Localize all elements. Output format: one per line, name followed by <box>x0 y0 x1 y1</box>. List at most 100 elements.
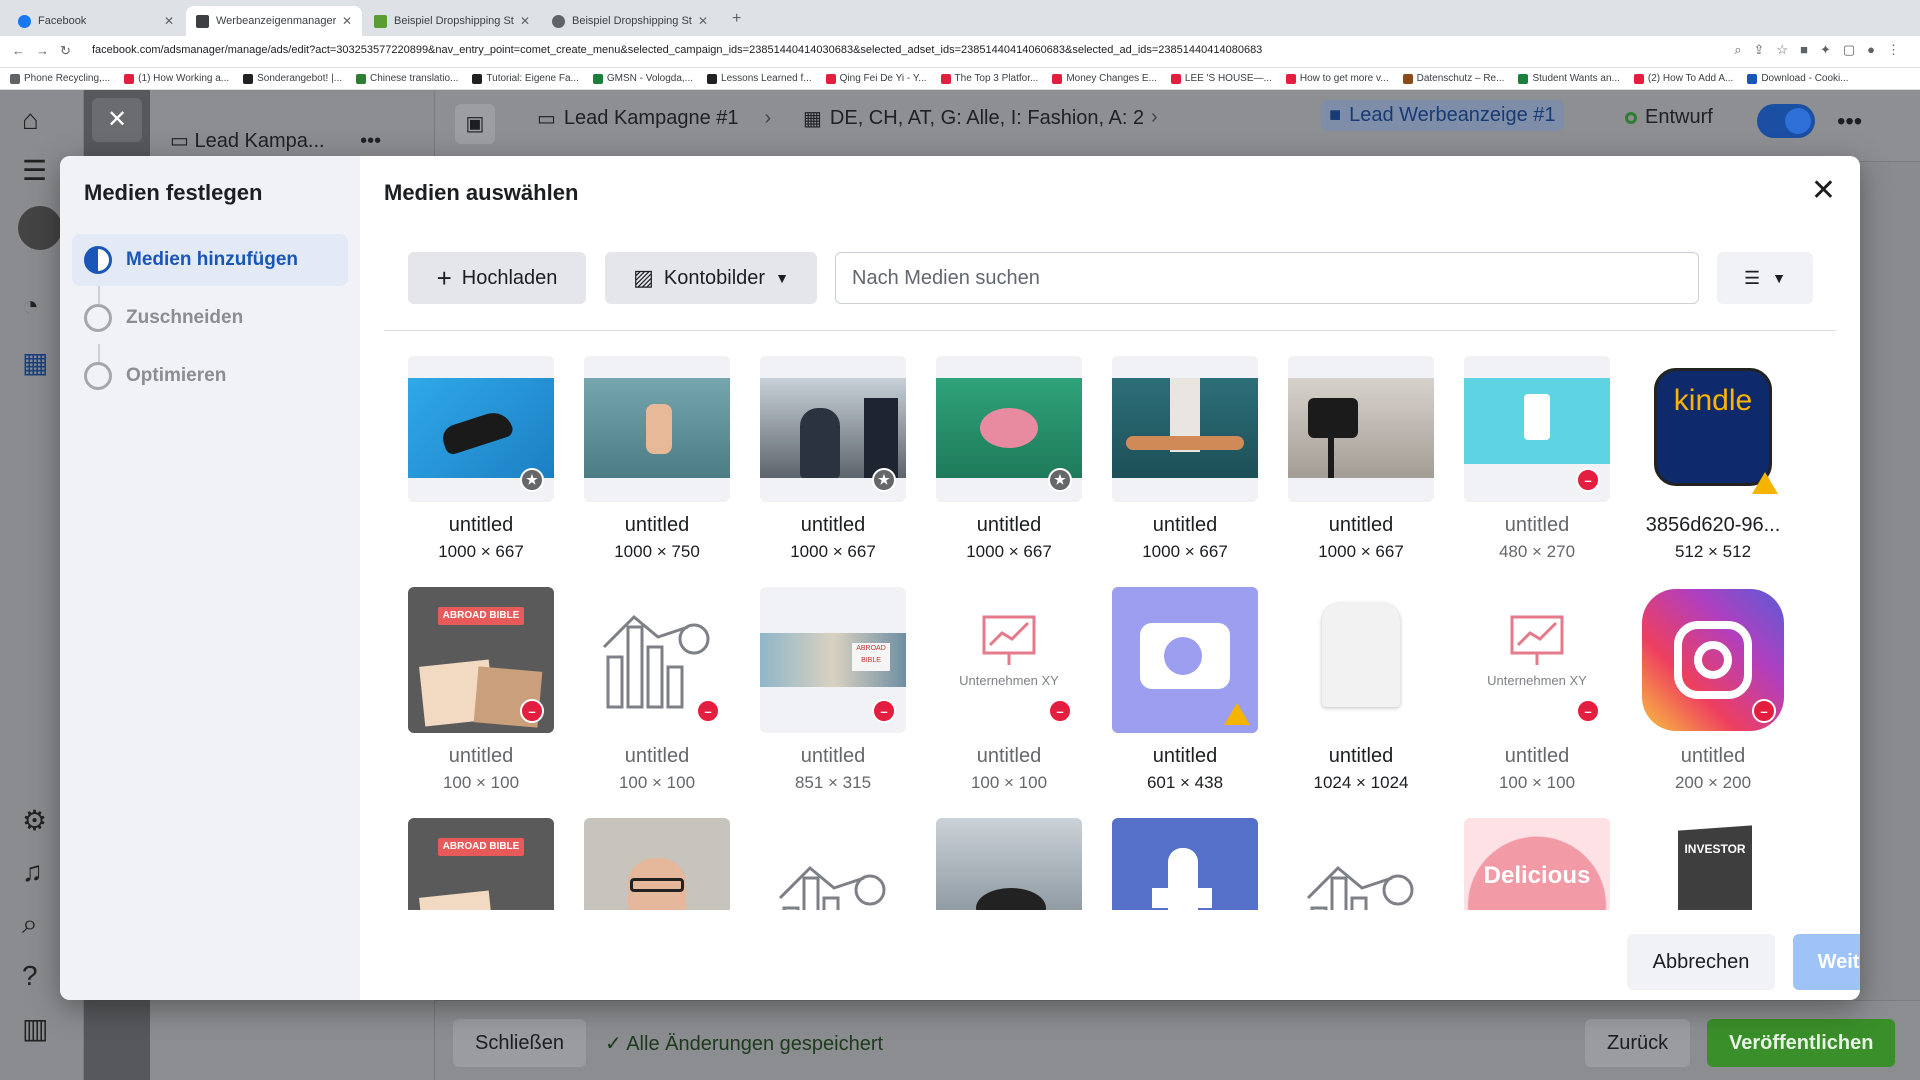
notifications-bell-icon[interactable]: ♫ <box>22 856 43 888</box>
close-tab-icon[interactable]: ✕ <box>698 14 708 28</box>
settings-gear-icon[interactable]: ⚙ <box>22 804 47 837</box>
media-card[interactable]: untitled 1000 × 750 <box>584 356 730 566</box>
step-optimize[interactable]: Optimieren <box>72 350 348 402</box>
account-images-dropdown[interactable]: ▨ Kontobilder ▼ <box>605 252 817 304</box>
close-button[interactable]: Schließen <box>453 1019 586 1067</box>
close-modal-icon[interactable]: ✕ <box>1811 176 1836 206</box>
hamburger-menu-icon[interactable]: ☰ <box>22 154 47 187</box>
back-button[interactable]: Zurück <box>1585 1019 1691 1067</box>
menu-dots-icon[interactable]: ⋮ <box>1887 42 1900 58</box>
media-image: INVESTOR <box>1640 818 1786 910</box>
browser-tab-store-2[interactable]: Beispiel Dropshipping Store ✕ <box>542 6 718 36</box>
filter-button[interactable]: ☰ ▼ <box>1717 252 1813 304</box>
bookmark-item[interactable]: Download - Cooki... <box>1747 73 1849 84</box>
breadcrumb-ad[interactable]: ■ Lead Werbeanzeige #1 <box>1321 100 1564 131</box>
media-card[interactable] <box>1288 818 1434 910</box>
bookmark-item[interactable]: Tutorial: Eigene Fa... <box>472 73 579 84</box>
bookmark-star-icon[interactable]: ☆ <box>1776 42 1788 58</box>
bookmark-item[interactable]: Phone Recycling,... <box>10 73 110 84</box>
bookmark-item[interactable]: LEE 'S HOUSE—... <box>1170 73 1272 84</box>
bookmark-item[interactable]: Sonderangebot! |... <box>243 73 342 84</box>
browser-tab-adsmanager[interactable]: Werbeanzeigenmanager - Wer ✕ <box>186 6 362 36</box>
breadcrumb-adset[interactable]: ▦ DE, CH, AT, G: Alle, I: Fashion, A: 25… <box>803 106 1143 131</box>
bookmark-item[interactable]: Lessons Learned f... <box>707 73 812 84</box>
media-card[interactable] <box>936 818 1082 910</box>
extension-icon[interactable]: ■ <box>1800 42 1808 58</box>
profile-avatar-icon[interactable]: ● <box>1867 42 1875 58</box>
bookmark-item[interactable]: Chinese translatio... <box>356 73 458 84</box>
media-card[interactable]: ABROAD BIBLE – untitled 851 × 315 <box>760 587 906 797</box>
bookmark-item[interactable]: The Top 3 Platfor... <box>940 73 1038 84</box>
media-card[interactable]: Unternehmen XY – untitled 100 × 100 <box>1464 587 1610 797</box>
media-card[interactable]: Unternehmen XY – untitled 100 × 100 <box>936 587 1082 797</box>
media-card[interactable]: INVESTOR <box>1640 818 1786 910</box>
media-card[interactable]: untitled 1000 × 667 <box>1112 356 1258 566</box>
sidebar-toggle-icon[interactable]: ▥ <box>22 1012 48 1045</box>
media-card[interactable] <box>760 818 906 910</box>
media-card[interactable] <box>584 818 730 910</box>
close-tab-icon[interactable]: ✕ <box>164 14 174 28</box>
sidepanel-icon[interactable]: ▢ <box>1843 42 1855 58</box>
new-tab-icon[interactable]: + <box>732 10 741 28</box>
bookmark-item[interactable]: Money Changes E... <box>1052 73 1157 84</box>
bookmark-item[interactable]: Qing Fei De Yi - Y... <box>825 73 927 84</box>
upload-button[interactable]: + Hochladen <box>408 252 586 304</box>
cancel-button[interactable]: Abbrechen <box>1627 934 1775 990</box>
url-text[interactable]: facebook.com/adsmanager/manage/ads/edit?… <box>92 44 1262 56</box>
media-card[interactable]: ABROAD BIBLE <box>408 818 554 910</box>
bookmark-item[interactable]: How to get more v... <box>1285 73 1389 84</box>
media-card[interactable]: ★ untitled 1000 × 667 <box>760 356 906 566</box>
close-tab-icon[interactable]: ✕ <box>520 14 530 28</box>
media-card[interactable]: – untitled 100 × 100 <box>584 587 730 797</box>
media-card[interactable]: untitled 1024 × 1024 <box>1288 587 1434 797</box>
media-picker: Medien auswählen ✕ + Hochladen ▨ Kontobi… <box>360 156 1860 1000</box>
publish-button[interactable]: Veröffentlichen <box>1707 1019 1896 1067</box>
media-card[interactable]: untitled 601 × 438 <box>1112 587 1258 797</box>
media-card[interactable]: ABROAD BIBLE – untitled 100 × 100 <box>408 587 554 797</box>
bookmark-item[interactable]: (1) How Working a... <box>124 73 229 84</box>
media-card[interactable]: Delicious <box>1464 818 1610 910</box>
media-thumbnail <box>1112 818 1258 910</box>
table-grid-icon[interactable]: ▦ <box>22 346 48 379</box>
bookmark-item[interactable]: Datenschutz – Re... <box>1402 73 1504 84</box>
back-arrow-icon[interactable]: ← <box>12 43 25 58</box>
media-name: untitled <box>1328 514 1394 536</box>
next-button[interactable]: Weiter <box>1793 934 1860 990</box>
dashboard-gauge-icon[interactable]: ◔ <box>22 290 39 322</box>
media-card[interactable]: – untitled 480 × 270 <box>1464 356 1610 566</box>
step-add-media[interactable]: Medien hinzufügen <box>72 234 348 286</box>
step-crop[interactable]: Zuschneiden <box>72 292 348 344</box>
media-card[interactable]: ★ untitled 1000 × 667 <box>936 356 1082 566</box>
search-icon[interactable]: ⌕ <box>22 908 38 941</box>
media-card[interactable]: untitled 1000 × 667 <box>1288 356 1434 566</box>
bookmark-item[interactable]: GMSN - Vologda,... <box>592 73 693 84</box>
more-options-icon[interactable]: ••• <box>1837 108 1862 136</box>
ad-active-toggle[interactable] <box>1757 104 1815 138</box>
more-options-icon[interactable]: ••• <box>360 130 381 152</box>
breadcrumb-campaign[interactable]: ▭ Lead Kampagne #1 › <box>537 106 771 131</box>
campaign-tree-item[interactable]: ▭ Lead Kampa... ••• <box>170 128 381 153</box>
home-icon[interactable]: ⌂ <box>22 104 39 136</box>
zoom-icon[interactable]: ⌕ <box>1734 42 1741 58</box>
browser-tab-store-1[interactable]: Beispiel Dropshipping Store - T ✕ <box>364 6 540 36</box>
account-avatar[interactable] <box>18 206 62 250</box>
media-card[interactable]: ★ untitled 1000 × 667 <box>408 356 554 566</box>
bookmark-item[interactable]: Student Wants an... <box>1518 73 1620 84</box>
media-card[interactable]: – untitled 200 × 200 <box>1640 587 1786 797</box>
reload-icon[interactable]: ↻ <box>60 43 71 59</box>
media-search-input[interactable] <box>835 252 1699 304</box>
close-tab-icon[interactable]: ✕ <box>342 14 352 28</box>
media-card[interactable] <box>1112 818 1258 910</box>
image-text: INVESTOR <box>1684 842 1746 856</box>
bookmark-item[interactable]: (2) How To Add A... <box>1633 73 1733 84</box>
media-card[interactable]: kindle 3856d620-96... 512 × 512 <box>1640 356 1786 566</box>
share-icon[interactable]: ⇪ <box>1754 42 1765 58</box>
media-dimensions: 1000 × 667 <box>1318 542 1404 561</box>
browser-tab-facebook[interactable]: Facebook ✕ <box>8 6 184 36</box>
bookmark-label: How to get more v... <box>1299 73 1389 84</box>
puzzle-icon[interactable]: ✦ <box>1820 42 1831 58</box>
forward-arrow-icon[interactable]: → <box>36 43 49 58</box>
help-icon[interactable]: ? <box>22 960 38 992</box>
panel-toggle-icon[interactable]: ▣ <box>455 104 495 144</box>
close-editor-icon[interactable]: ✕ <box>92 98 142 142</box>
